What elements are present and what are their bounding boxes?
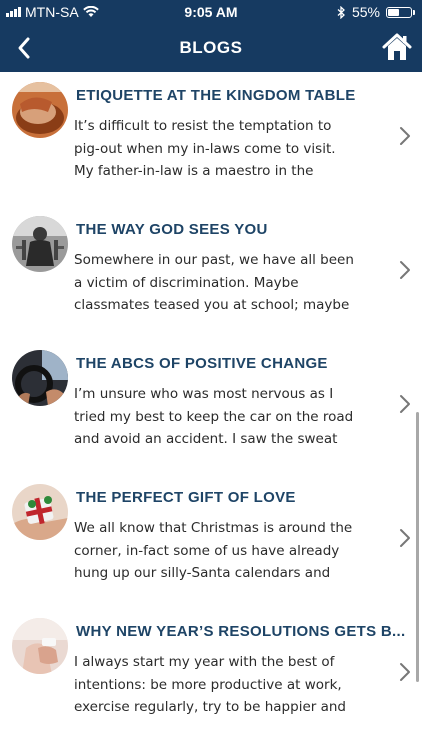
blog-list[interactable]: ETIQUETTE AT THE KINGDOM TABLE It’s diff… [0,72,422,750]
blog-title: THE PERFECT GIFT OF LOVE [76,489,296,506]
blog-thumbnail [12,484,68,540]
scroll-indicator[interactable] [416,412,419,682]
excerpt-line: intentions: be more productive at work, [74,676,342,693]
bluetooth-icon [337,5,345,19]
blog-excerpt: I always start my year with the best of … [74,651,374,719]
excerpt-line: and avoid an accident. I saw the sweat [74,431,338,447]
blog-list-item[interactable]: THE PERFECT GIFT OF LOVE We all know tha… [0,474,422,608]
blog-thumbnail [12,618,68,674]
blog-thumbnail [12,82,68,138]
blog-excerpt: It’s difficult to resist the temptation … [74,115,374,183]
excerpt-line: I always start my year with the best of [74,654,335,670]
blog-excerpt: We all know that Christmas is around the… [74,517,374,585]
excerpt-line: exercise regularly, try to be happier an… [74,699,346,715]
excerpt-line: I’m unsure who was most nervous as I [74,386,334,402]
excerpt-line: It’s difficult to resist the temptation … [74,118,332,134]
excerpt-line: Somewhere in our past, we have all been [74,252,354,268]
blog-excerpt: I’m unsure who was most nervous as I tri… [74,383,374,451]
blog-title: ETIQUETTE AT THE KINGDOM TABLE [76,87,356,104]
excerpt-line: a victim of discrimination. Maybe [74,274,299,291]
battery-icon [386,6,415,18]
excerpt-line: tried my best to keep the car on the roa… [74,408,354,425]
blog-list-item[interactable]: ETIQUETTE AT THE KINGDOM TABLE It’s diff… [0,72,422,206]
blog-excerpt: Somewhere in our past, we have all been … [74,249,374,317]
blog-thumbnail [12,216,68,272]
chevron-right-icon [400,127,410,145]
blog-title: THE ABCS OF POSITIVE CHANGE [76,355,328,372]
chevron-right-icon [400,261,410,279]
status-bar: MTN-SA 9:05 AM 55% [0,0,422,24]
blog-title: WHY NEW YEAR’S RESOLUTIONS GETS B... [76,623,406,640]
blog-thumbnail [12,350,68,406]
page-title: BLOGS [179,38,243,57]
chevron-right-icon [400,395,410,413]
excerpt-line: My father-in-law is a maestro in the [74,163,314,179]
battery-percent: 55% [351,4,380,20]
home-icon [382,33,412,60]
excerpt-line: pig-out when my in-laws come to visit. [74,140,336,157]
chevron-right-icon [400,529,410,547]
nav-bar: BLOGS [0,24,422,72]
chevron-right-icon [400,663,410,681]
excerpt-line: classmates teased you at school; maybe [74,297,350,313]
status-right: 55% [337,4,415,20]
excerpt-line: corner, in-fact some of us have already [74,542,340,559]
home-button[interactable] [382,32,412,62]
blog-list-item[interactable]: THE ABCS OF POSITIVE CHANGE I’m unsure w… [0,340,422,474]
excerpt-line: We all know that Christmas is around the [74,520,353,536]
battery-level [388,8,399,16]
blog-list-item[interactable]: WHY NEW YEAR’S RESOLUTIONS GETS B... I a… [0,608,422,742]
blog-title: THE WAY GOD SEES YOU [76,221,268,238]
blog-list-item[interactable]: THE WAY GOD SEES YOU Somewhere in our pa… [0,206,422,340]
excerpt-line: hung up our silly-Santa calendars and [74,565,331,581]
